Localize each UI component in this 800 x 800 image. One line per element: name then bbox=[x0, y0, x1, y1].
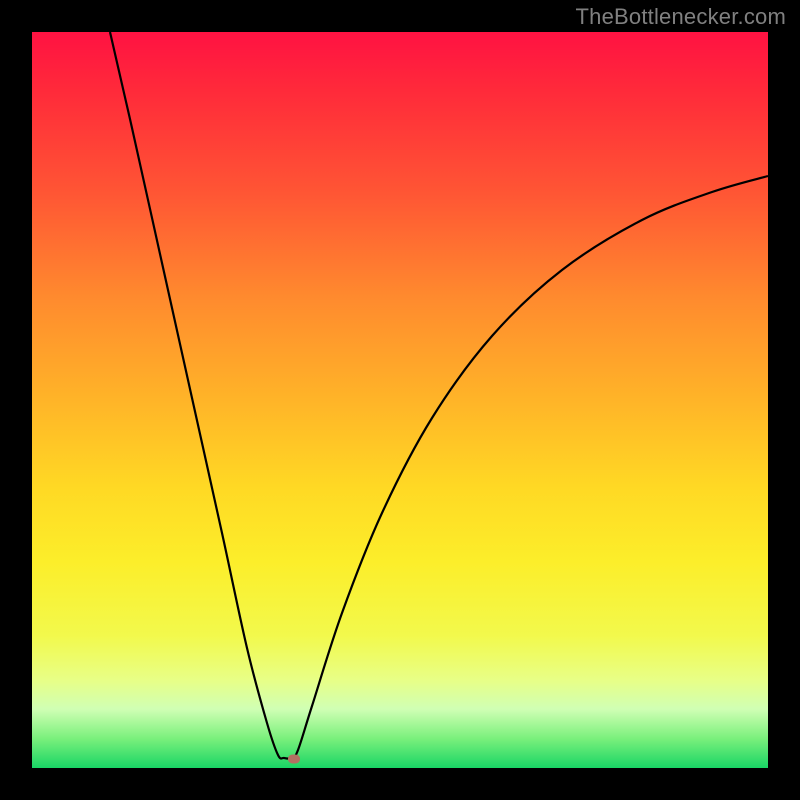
watermark-text: TheBottlenecker.com bbox=[576, 4, 786, 30]
optimal-point-marker bbox=[288, 755, 300, 764]
plot-area bbox=[32, 32, 768, 768]
chart-frame: TheBottlenecker.com bbox=[0, 0, 800, 800]
curve-layer bbox=[32, 32, 768, 768]
bottleneck-curve bbox=[110, 32, 768, 759]
